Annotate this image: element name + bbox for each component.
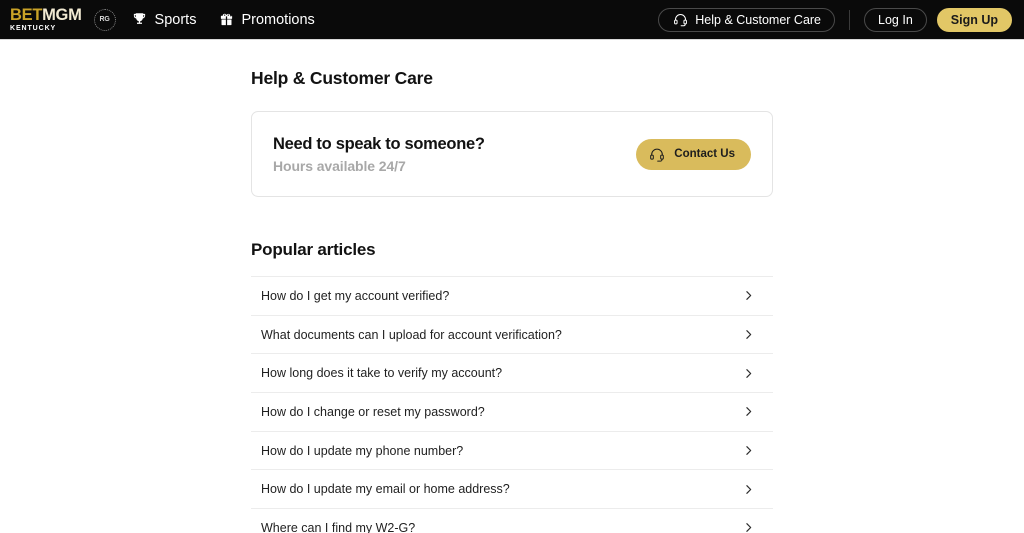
chevron-right-icon [742, 521, 755, 533]
article-label: How do I get my account verified? [261, 288, 450, 303]
logo-bet-text: BET [10, 5, 43, 24]
help-button-label: Help & Customer Care [695, 12, 822, 27]
chevron-right-icon [742, 483, 755, 496]
log-in-button[interactable]: Log In [864, 7, 927, 32]
contact-card-title: Need to speak to someone? [273, 134, 485, 153]
list-item[interactable]: How do I update my phone number? [251, 432, 773, 471]
contact-card-text: Need to speak to someone? Hours availabl… [273, 135, 485, 174]
main-content: Help & Customer Care Need to speak to so… [0, 68, 1024, 533]
nav-label-sports: Sports [154, 11, 197, 28]
article-label: Where can I find my W2-G? [261, 520, 416, 533]
chevron-right-icon [742, 405, 755, 418]
list-item[interactable]: What documents can I upload for account … [251, 316, 773, 355]
list-item[interactable]: How do I update my email or home address… [251, 470, 773, 510]
contact-card-hours: Hours available 24/7 [273, 157, 406, 174]
nav-item-sports[interactable]: Sports [132, 11, 197, 28]
rg-badge-label: RG [99, 16, 110, 23]
header-left-group: BETMGM KENTUCKY RG Sports Promotions [10, 7, 658, 33]
headset-icon [649, 146, 665, 162]
chevron-right-icon [742, 444, 755, 457]
contact-us-label: Contact Us [674, 148, 735, 160]
article-label: How do I update my email or home address… [261, 482, 510, 497]
betmgm-logo[interactable]: BETMGM KENTUCKY [10, 7, 82, 33]
nav-item-promotions[interactable]: Promotions [218, 11, 315, 28]
list-item[interactable]: How do I get my account verified? [251, 277, 773, 316]
article-label: What documents can I upload for account … [261, 327, 562, 342]
article-label: How do I update my phone number? [261, 443, 464, 458]
header-right-group: Help & Customer Care Log In Sign Up [658, 7, 1012, 32]
help-and-customer-care-button[interactable]: Help & Customer Care [658, 7, 836, 32]
contact-card: Need to speak to someone? Hours availabl… [251, 111, 773, 197]
trophy-icon [132, 12, 148, 28]
sign-up-label: Sign Up [950, 12, 998, 27]
chevron-right-icon [742, 328, 755, 341]
top-navigation-bar: BETMGM KENTUCKY RG Sports Promotions Hel… [0, 0, 1024, 40]
logo-wordmark: BETMGM [10, 7, 82, 24]
logo-mgm-text: MGM [42, 5, 82, 24]
content-container: Help & Customer Care Need to speak to so… [251, 68, 773, 533]
gift-icon [218, 12, 234, 28]
log-in-label: Log In [878, 12, 913, 27]
popular-articles-title: Popular articles [251, 240, 376, 259]
list-item[interactable]: How do I change or reset my password? [251, 393, 773, 432]
article-label: How long does it take to verify my accou… [261, 366, 503, 381]
list-item[interactable]: How long does it take to verify my accou… [251, 354, 773, 394]
list-item[interactable]: Where can I find my W2-G? [251, 509, 773, 533]
responsible-gaming-badge[interactable]: RG [93, 8, 116, 31]
nav-label-promotions: Promotions [241, 11, 315, 28]
header-divider [849, 9, 851, 30]
popular-articles-list: How do I get my account verified? What d… [251, 276, 773, 533]
contact-us-button[interactable]: Contact Us [636, 138, 751, 170]
sign-up-button[interactable]: Sign Up [936, 7, 1012, 32]
logo-state-text: KENTUCKY [10, 25, 57, 33]
headset-icon [672, 12, 688, 28]
chevron-right-icon [742, 289, 755, 302]
chevron-right-icon [742, 367, 755, 380]
article-label: How do I change or reset my password? [261, 404, 485, 419]
page-title: Help & Customer Care [251, 68, 433, 88]
